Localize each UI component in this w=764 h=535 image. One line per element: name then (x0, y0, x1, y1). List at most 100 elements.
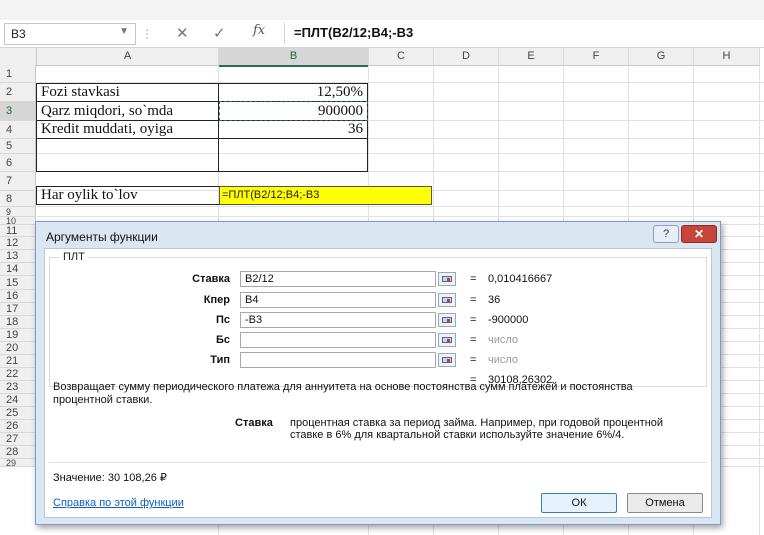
arg-result-ps: -900000 (488, 314, 529, 326)
row-header-22[interactable]: 22 (0, 368, 36, 381)
cell-b2[interactable]: 12,50% (290, 84, 363, 101)
collapse-dialog-icon[interactable] (438, 293, 456, 307)
ribbon-strip (0, 0, 764, 20)
equals-sign: = (470, 354, 477, 366)
function-name: ПЛТ (60, 251, 88, 263)
cancel-entry-icon[interactable]: ✕ (176, 24, 189, 42)
gridline-vertical (759, 65, 760, 535)
row-header-6[interactable]: 6 (0, 154, 36, 172)
row-header-14[interactable]: 14 (0, 263, 36, 276)
row-header-27[interactable]: 27 (0, 433, 36, 446)
arg-result-stavka: 0,010416667 (488, 273, 553, 285)
row-header-4[interactable]: 4 (0, 121, 36, 139)
name-box[interactable]: B3 ▼ (4, 23, 136, 45)
row-header-23[interactable]: 23 (0, 381, 36, 394)
column-header-e[interactable]: E (499, 48, 564, 66)
help-link[interactable]: Справка по этой функции (53, 497, 184, 509)
gridline-horizontal (37, 206, 764, 207)
arg-result-bs: число (488, 334, 519, 346)
select-all-corner[interactable] (0, 48, 37, 66)
arguments-group: ПЛТ Ставка B2/12 = 0,010416667 Кпер B4 =… (49, 251, 707, 387)
arg-input-kper[interactable]: B4 (240, 292, 436, 308)
arg-result-tip: число (488, 354, 519, 366)
formula-input[interactable]: =ПЛТ(B2/12;B4;-B3 (294, 25, 413, 40)
divider (49, 462, 707, 463)
collapse-dialog-icon[interactable] (438, 333, 456, 347)
collapse-dialog-icon[interactable] (438, 353, 456, 367)
column-header-f[interactable]: F (564, 48, 629, 66)
gridline-horizontal (37, 216, 764, 217)
help-button[interactable]: ? (653, 225, 679, 243)
arg-input-tip[interactable] (240, 352, 436, 368)
reference-marquee (219, 101, 368, 121)
insert-function-icon[interactable]: fx (253, 23, 265, 38)
collapse-dialog-icon[interactable] (438, 272, 456, 286)
arg-label-kper: Кпер (203, 294, 230, 306)
column-header-a[interactable]: A (37, 48, 219, 66)
row-header-26[interactable]: 26 (0, 420, 36, 433)
chevron-down-icon[interactable]: ▼ (119, 26, 129, 37)
row-header-15[interactable]: 15 (0, 276, 36, 290)
cell-a2[interactable]: Fozi stavkasi (41, 84, 120, 101)
name-box-value: B3 (11, 27, 26, 41)
arg-description-label: Ставка (235, 417, 273, 429)
row-header-24[interactable]: 24 (0, 394, 36, 407)
row-header-16[interactable]: 16 (0, 290, 36, 303)
row-header-25[interactable]: 25 (0, 407, 36, 420)
row-header-12[interactable]: 12 (0, 237, 36, 250)
cell-a4[interactable]: Kredit muddati, oyiga (41, 121, 173, 138)
formula-bar-divider (284, 23, 285, 44)
row-header-19[interactable]: 19 (0, 329, 36, 342)
cell-a3[interactable]: Qarz miqdori, so`mda (41, 103, 173, 120)
arg-description: процентная ставка за период займа. Напри… (290, 417, 664, 441)
arg-input-bs[interactable] (240, 332, 436, 348)
table-col-divider (218, 83, 219, 172)
row-header-17[interactable]: 17 (0, 303, 36, 316)
formula-value: Значение: 30 108,26 ₽ (53, 472, 167, 484)
column-header-g[interactable]: G (629, 48, 694, 66)
cell-a7[interactable]: Har oylik to`lov (41, 187, 138, 204)
row-header-13[interactable]: 13 (0, 250, 36, 263)
more-dots-icon: ⋮ (141, 27, 153, 41)
cancel-button[interactable]: Отмена (627, 493, 703, 513)
row-header-2[interactable]: 2 (0, 83, 36, 102)
arg-label-ps: Пс (215, 314, 230, 326)
row-header-18[interactable]: 18 (0, 316, 36, 329)
equals-sign: = (470, 294, 477, 306)
arg-result-kper: 36 (488, 294, 501, 306)
row-header-21[interactable]: 21 (0, 355, 36, 368)
cell-b4[interactable]: 36 (290, 121, 363, 138)
dialog-body: ПЛТ Ставка B2/12 = 0,010416667 Кпер B4 =… (44, 248, 712, 518)
arg-label-tip: Тип (210, 354, 230, 366)
formula-bar: B3 ▼ ⋮ ✕ ✓ fx =ПЛТ(B2/12;B4;-B3 (0, 20, 764, 48)
confirm-entry-icon[interactable]: ✓ (213, 24, 226, 42)
row-header-3[interactable]: 3 (0, 102, 36, 121)
row-header-8[interactable]: 8 (0, 191, 36, 207)
equals-sign: = (470, 314, 477, 326)
close-button[interactable]: ✕ (681, 225, 717, 243)
arg-label-bs: Бс (215, 334, 230, 346)
equals-sign: = (470, 334, 477, 346)
dialog-title: Аргументы функции (46, 230, 158, 244)
column-header-h[interactable]: H (694, 48, 760, 66)
function-arguments-dialog: Аргументы функции ? ✕ ПЛТ Ставка B2/12 =… (35, 221, 721, 525)
row-header-29[interactable]: 29 (0, 459, 36, 468)
arg-label-stavka: Ставка (192, 273, 230, 285)
cell-b7-formula: =ПЛТ(B2/12;B4;-B3 (222, 189, 320, 201)
table-row-divider (36, 138, 368, 139)
row-header-11[interactable]: 11 (0, 225, 36, 237)
row-header-10[interactable]: 10 (0, 217, 36, 226)
column-header-b[interactable]: B (219, 48, 369, 67)
row-header-20[interactable]: 20 (0, 342, 36, 355)
column-header-d[interactable]: D (434, 48, 499, 66)
row-header-5[interactable]: 5 (0, 139, 36, 154)
arg-input-ps[interactable]: -B3 (240, 312, 436, 328)
function-description: Возвращает сумму периодического платежа … (53, 381, 633, 406)
arg-input-stavka[interactable]: B2/12 (240, 271, 436, 287)
equals-sign: = (470, 273, 477, 285)
row-header-7[interactable]: 7 (0, 172, 36, 191)
collapse-dialog-icon[interactable] (438, 313, 456, 327)
row-header-1[interactable]: 1 (0, 65, 36, 83)
ok-button[interactable]: ОК (541, 493, 617, 513)
column-header-c[interactable]: C (369, 48, 434, 66)
